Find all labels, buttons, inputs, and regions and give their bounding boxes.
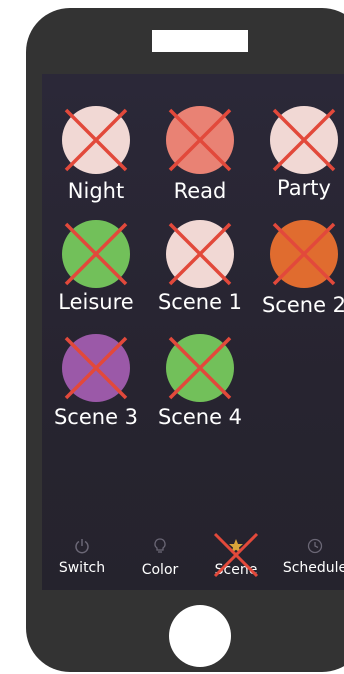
bulb-icon bbox=[154, 538, 166, 553]
scene-2[interactable]: Scene 2 bbox=[254, 220, 344, 330]
phone-speaker bbox=[152, 30, 248, 52]
cross-mark-icon bbox=[64, 336, 128, 400]
clock-icon bbox=[307, 538, 323, 554]
power-icon bbox=[75, 539, 89, 554]
scene-label: Scene 4 bbox=[157, 405, 243, 429]
scene-label: Party bbox=[277, 176, 331, 200]
tab-schedule[interactable]: Schedule bbox=[270, 538, 344, 582]
phone-screen: Night Read Party Leisure Scene 1 Scene 2… bbox=[42, 74, 344, 590]
cross-mark-icon bbox=[272, 222, 336, 286]
scene-color-circle bbox=[62, 220, 130, 288]
home-button[interactable] bbox=[169, 605, 231, 667]
scene-color-circle bbox=[166, 334, 234, 402]
scene-4[interactable]: Scene 4 bbox=[150, 334, 250, 444]
cross-mark-icon bbox=[168, 336, 232, 400]
scene-color-circle bbox=[62, 106, 130, 174]
scene-color-circle bbox=[62, 334, 130, 402]
scene-color-circle bbox=[166, 106, 234, 174]
scene-label: Scene 2 bbox=[261, 293, 344, 317]
scene-color-circle bbox=[270, 106, 338, 174]
app-root: Night Read Party Leisure Scene 1 Scene 2… bbox=[0, 0, 344, 674]
cross-mark-icon bbox=[64, 108, 128, 172]
scene-color-circle bbox=[270, 220, 338, 288]
cross-mark-icon bbox=[168, 108, 232, 172]
tab-label: Schedule bbox=[282, 560, 344, 576]
cross-mark-icon bbox=[64, 222, 128, 286]
scene-party[interactable]: Party bbox=[254, 106, 344, 216]
cross-mark-icon bbox=[168, 222, 232, 286]
scene-color-circle bbox=[166, 220, 234, 288]
cross-mark-icon bbox=[213, 532, 259, 578]
cross-mark-icon bbox=[272, 108, 336, 172]
